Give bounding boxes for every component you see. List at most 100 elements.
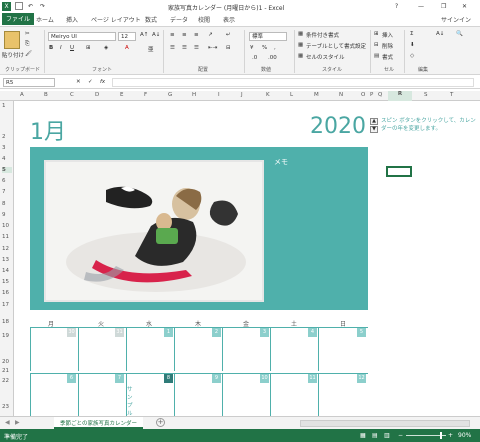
row-header[interactable]: 7	[2, 189, 6, 195]
row-header[interactable]: 6	[2, 178, 6, 184]
cell-style-icon[interactable]: ▦	[298, 53, 303, 59]
col-header[interactable]: M	[314, 92, 319, 98]
row-header[interactable]: 12	[2, 246, 9, 252]
col-header[interactable]: I	[218, 92, 220, 98]
col-header[interactable]: E	[120, 92, 123, 98]
formula-input[interactable]	[112, 78, 474, 87]
zoom-out-icon[interactable]: −	[398, 432, 403, 439]
row-header[interactable]: 22	[2, 378, 9, 384]
row-header[interactable]: 16	[2, 290, 9, 296]
col-header[interactable]: N	[339, 92, 343, 98]
cut-icon[interactable]: ✂	[25, 31, 30, 37]
cancel-icon[interactable]: ✕	[76, 79, 81, 85]
font-color-icon[interactable]: A	[125, 45, 129, 51]
decrease-font-icon[interactable]: A↓	[152, 32, 160, 38]
row-header[interactable]: 23	[2, 404, 9, 410]
insert-cells-icon[interactable]: ⊞	[374, 31, 379, 37]
conditional-format-icon[interactable]: ▦	[298, 31, 303, 37]
col-header[interactable]: P	[370, 92, 373, 98]
redo-icon[interactable]: ↷	[40, 3, 45, 10]
restore-button[interactable]: ❐	[441, 3, 446, 10]
delete-cells-button[interactable]: 削除	[382, 42, 393, 50]
phonetic-icon[interactable]: 亜	[148, 45, 154, 53]
close-button[interactable]: ✕	[462, 3, 467, 10]
align-center-icon[interactable]: ☰	[182, 45, 187, 51]
row-header[interactable]: 9	[2, 212, 6, 218]
cell-style-button[interactable]: セルのスタイル	[306, 53, 345, 61]
tab-page-layout[interactable]: ページ レイアウト	[91, 15, 141, 24]
align-right-icon[interactable]: ☰	[194, 45, 199, 51]
insert-cells-button[interactable]: 挿入	[382, 31, 393, 39]
zoom-level[interactable]: 90%	[458, 432, 471, 439]
percent-icon[interactable]: %	[262, 45, 267, 51]
tab-insert[interactable]: 挿入	[66, 15, 78, 24]
format-painter-icon[interactable]: 🖌	[25, 51, 32, 57]
add-sheet-button[interactable]: +	[156, 418, 165, 427]
find-select-icon[interactable]: 🔍	[456, 31, 463, 37]
comma-icon[interactable]: ,	[274, 45, 276, 51]
underline-button[interactable]: U	[70, 45, 74, 51]
decimal-decrease-icon[interactable]: .00	[268, 55, 277, 61]
fx-icon[interactable]: fx	[100, 79, 105, 85]
autosum-icon[interactable]: Σ	[410, 31, 413, 37]
row-header[interactable]: 19	[2, 333, 9, 339]
tab-home[interactable]: ホーム	[36, 15, 54, 24]
row-header[interactable]: 14	[2, 268, 9, 274]
format-cells-button[interactable]: 書式	[382, 53, 393, 61]
align-middle-icon[interactable]: ≡	[182, 32, 187, 38]
currency-icon[interactable]: ¥	[250, 45, 254, 51]
zoom-in-icon[interactable]: +	[448, 432, 453, 439]
tab-review[interactable]: 校閲	[198, 15, 210, 24]
fill-color-icon[interactable]: ◈	[104, 45, 108, 51]
row-header[interactable]: 11	[2, 234, 9, 240]
col-header[interactable]: T	[450, 92, 453, 98]
user-signin[interactable]: サインイン	[441, 15, 471, 24]
scroll-right-icon[interactable]: ▶	[15, 419, 20, 426]
save-icon[interactable]	[15, 2, 23, 10]
col-header[interactable]: S	[424, 92, 428, 98]
tab-file[interactable]: ファイル	[2, 13, 35, 25]
row-header[interactable]: 10	[2, 223, 9, 229]
col-header[interactable]: B	[44, 92, 48, 98]
row-header[interactable]: 8	[2, 201, 6, 207]
col-header[interactable]: A	[20, 92, 24, 98]
col-header[interactable]: H	[192, 92, 196, 98]
merge-icon[interactable]: ⊟	[226, 45, 231, 51]
col-header[interactable]: C	[70, 92, 74, 98]
undo-icon[interactable]: ↶	[28, 3, 33, 10]
clear-icon[interactable]: ◇	[410, 53, 414, 59]
col-header-active[interactable]: R	[388, 91, 412, 101]
horizontal-scrollbar[interactable]	[300, 420, 470, 427]
tab-formulas[interactable]: 数式	[145, 15, 157, 24]
col-header[interactable]: O	[361, 92, 365, 98]
col-header[interactable]: J	[241, 92, 243, 98]
border-icon[interactable]: ⊞	[86, 45, 91, 51]
row-header[interactable]: 18	[2, 319, 9, 325]
tab-view[interactable]: 表示	[223, 15, 235, 24]
row-header-active[interactable]: 5	[2, 167, 12, 173]
col-header[interactable]: F	[144, 92, 147, 98]
align-bottom-icon[interactable]: ≡	[194, 32, 199, 38]
font-name-select[interactable]: Meiryo UI	[48, 32, 116, 41]
conditional-format-button[interactable]: 条件付き書式	[306, 31, 339, 39]
row-header[interactable]: 2	[2, 134, 6, 140]
zoom-slider-thumb[interactable]	[440, 432, 442, 439]
selected-cell[interactable]	[386, 166, 412, 177]
row-header[interactable]: 21	[2, 368, 9, 374]
number-format-select[interactable]: 標準	[249, 32, 287, 41]
sort-filter-icon[interactable]: A↓	[436, 31, 444, 37]
row-header[interactable]: 17	[2, 302, 9, 308]
italic-button[interactable]: I	[60, 45, 62, 51]
page-layout-icon[interactable]: ▤	[372, 432, 378, 439]
row-header[interactable]: 15	[2, 279, 9, 285]
enter-icon[interactable]: ✓	[88, 79, 93, 85]
tab-data[interactable]: データ	[170, 15, 188, 24]
orientation-icon[interactable]: ↗	[208, 32, 213, 38]
paste-icon[interactable]	[4, 31, 20, 49]
wrap-text-icon[interactable]: ↵	[226, 32, 231, 38]
table-format-icon[interactable]: ▦	[298, 42, 303, 48]
indent-icon[interactable]: ⇤⇥	[208, 45, 217, 51]
spin-up-button[interactable]: ▲	[370, 118, 378, 125]
name-box[interactable]: R5	[3, 78, 55, 87]
format-cells-icon[interactable]: ▤	[374, 53, 379, 59]
